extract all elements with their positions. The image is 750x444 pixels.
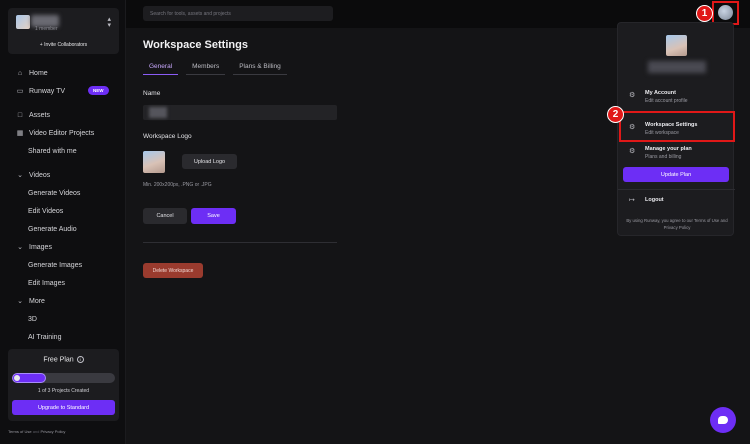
workspace-name-redacted — [149, 107, 167, 118]
terms-and: and — [32, 429, 40, 434]
delete-workspace-button[interactable]: Delete Workspace — [143, 263, 203, 278]
divider — [143, 242, 337, 243]
sidebar-item-runway-tv[interactable]: ▭ Runway TV NEW — [0, 82, 125, 100]
logo-hint: Min. 200x200px, .PNG or .JPG — [143, 182, 212, 188]
plan-title-text: Free Plan — [43, 356, 74, 364]
sidebar-footer: Terms of Use and Privacy Policy — [8, 429, 65, 434]
save-button[interactable]: Save — [191, 208, 236, 224]
video-editor-icon: ▦ — [16, 130, 24, 137]
sidebar-item-label: Shared with me — [28, 147, 77, 155]
privacy-link[interactable]: Privacy Policy — [41, 429, 66, 434]
sidebar-item-generate-images[interactable]: Generate Images — [0, 256, 125, 274]
sidebar-item-generate-videos[interactable]: Generate Videos — [0, 184, 125, 202]
sidebar-item-3d[interactable]: 3D — [0, 310, 125, 328]
dropdown-avatar — [666, 35, 687, 56]
projects-count: 1 of 3 Projects Created — [37, 388, 90, 394]
tab-general[interactable]: General — [143, 63, 179, 75]
tab-plans-billing[interactable]: Plans & Billing — [233, 63, 287, 75]
dropdown-divider — [618, 189, 735, 190]
sidebar-item-label: Generate Images — [28, 261, 83, 269]
logout-label: Logout — [645, 197, 664, 203]
menu-item-manage-plan[interactable]: ⚙ Manage your plan Plans and billing — [618, 143, 735, 165]
chevron-down-icon: ⌄ — [17, 298, 23, 305]
workspace-name-field[interactable] — [143, 105, 337, 120]
sidebar-section-label: Videos — [29, 171, 51, 179]
tab-members[interactable]: Members — [186, 63, 226, 75]
home-icon: ⌂ — [17, 69, 23, 77]
sidebar-section-label: Images — [29, 243, 52, 251]
upgrade-button[interactable]: Upgrade to Standard — [12, 400, 115, 415]
menu-item-subtitle: Plans and billing — [645, 154, 682, 160]
workspace-logo-image — [143, 151, 165, 173]
sidebar-section-more[interactable]: ⌄ More — [0, 292, 125, 310]
chevron-down-icon: ⌄ — [17, 244, 23, 251]
sidebar-item-label: Generate Audio — [28, 225, 77, 233]
menu-item-title: My Account — [645, 90, 676, 96]
page-title: Workspace Settings — [143, 39, 248, 51]
folder-icon: □ — [17, 111, 23, 119]
settings-tabs: General Members Plans & Billing — [143, 63, 295, 75]
annotation-highlight-workspace-settings — [619, 111, 735, 142]
sidebar-item-generate-audio[interactable]: Generate Audio — [0, 220, 125, 238]
workspace-logo-label: Workspace Logo — [143, 133, 192, 140]
chevron-down-icon: ⌄ — [17, 172, 23, 179]
upload-logo-button[interactable]: Upload Logo — [182, 154, 237, 169]
sidebar: 1 member ▴ ▾ + Invite Collaborators ⌂ Hom… — [0, 0, 126, 444]
name-label: Name — [143, 90, 161, 97]
sidebar-item-label: Video Editor Projects — [29, 129, 95, 137]
gear-icon: ⚙ — [629, 148, 636, 155]
logout-button[interactable]: ↦ Logout — [618, 194, 735, 208]
sidebar-item-label: Edit Videos — [28, 207, 64, 215]
update-plan-button[interactable]: Update Plan — [623, 167, 729, 182]
dropdown-terms: By using Runway, you agree to our Terms … — [626, 218, 728, 230]
chat-fab-button[interactable] — [710, 407, 736, 433]
search-input[interactable]: Search for tools, assets and projects — [143, 6, 333, 21]
step-marker-2: 2 — [607, 106, 624, 123]
sidebar-section-videos[interactable]: ⌄ Videos — [0, 166, 125, 184]
new-badge: NEW — [88, 86, 109, 95]
sidebar-section-images[interactable]: ⌄ Images — [0, 238, 125, 256]
sidebar-item-shared[interactable]: Shared with me — [0, 142, 125, 160]
sidebar-item-label: Generate Videos — [28, 189, 81, 197]
info-icon[interactable]: i — [76, 356, 84, 363]
logout-icon: ↦ — [629, 197, 635, 204]
sidebar-nav: ⌂ Home ▭ Runway TV NEW □ Assets ▦ Video … — [0, 64, 125, 346]
gear-icon: ⚙ — [629, 92, 636, 99]
sidebar-item-ai-training[interactable]: AI Training — [0, 328, 125, 346]
sidebar-item-edit-videos[interactable]: Edit Videos — [0, 202, 125, 220]
tv-icon: ▭ — [16, 88, 24, 95]
sidebar-item-home[interactable]: ⌂ Home — [0, 64, 125, 82]
menu-item-title: Manage your plan — [645, 146, 692, 152]
workspace-members: 1 member — [35, 26, 58, 32]
progress-knob — [14, 375, 20, 381]
menu-item-subtitle: Edit account profile — [645, 98, 688, 104]
sidebar-section-label: More — [29, 297, 45, 305]
sidebar-item-label: Home — [29, 69, 48, 77]
sidebar-item-edit-images[interactable]: Edit Images — [0, 274, 125, 292]
chat-bubble-icon — [718, 416, 728, 424]
step-marker-1: 1 — [696, 5, 713, 22]
sidebar-item-label: Edit Images — [28, 279, 65, 287]
sidebar-item-label: Assets — [29, 111, 51, 119]
projects-progress-bar — [12, 373, 115, 383]
sidebar-item-label: AI Training — [28, 333, 62, 341]
terms-link[interactable]: Terms of Use — [8, 429, 32, 434]
workspace-thumbnail — [16, 15, 30, 29]
invite-collaborators-button[interactable]: + Invite Collaborators — [8, 42, 119, 48]
cancel-button[interactable]: Cancel — [143, 208, 187, 224]
sidebar-item-label: Runway TV — [29, 87, 66, 95]
sidebar-item-label: 3D — [28, 315, 37, 323]
workspace-switcher[interactable]: 1 member ▴ ▾ + Invite Collaborators — [8, 8, 119, 54]
plan-card: Free Plan i 1 of 3 Projects Created Upgra… — [8, 349, 119, 421]
sidebar-item-assets[interactable]: □ Assets — [0, 106, 125, 124]
account-name-redacted — [648, 61, 706, 73]
chevron-updown-icon[interactable]: ▴ ▾ — [107, 16, 111, 29]
menu-item-my-account[interactable]: ⚙ My Account Edit account profile — [618, 87, 735, 109]
plan-title: Free Plan i — [8, 356, 119, 363]
sidebar-item-video-editor-projects[interactable]: ▦ Video Editor Projects — [0, 124, 125, 142]
